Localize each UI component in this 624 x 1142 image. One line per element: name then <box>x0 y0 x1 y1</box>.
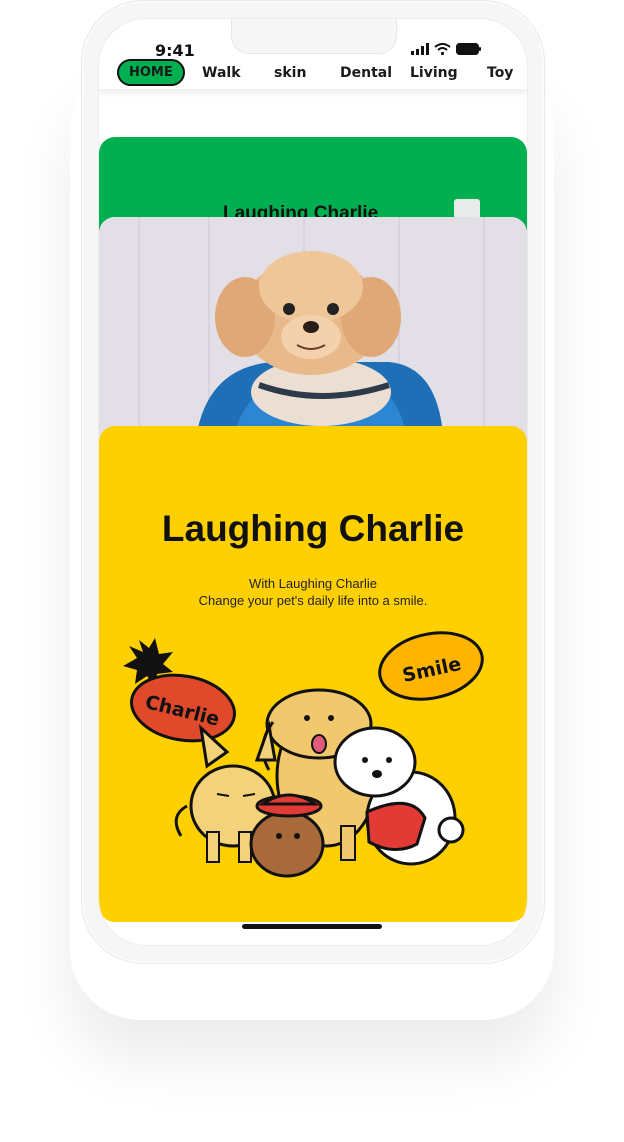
home-indicator[interactable] <box>242 924 382 929</box>
phone-screen: 9:41 HOME Walk skin Dental Living Toy La… <box>98 18 528 946</box>
tab-skin[interactable]: skin <box>274 65 306 81</box>
hero-card[interactable]: Laughing Charlie With Laughing Charlie C… <box>99 426 527 922</box>
status-time: 9:41 <box>155 41 195 60</box>
signal-icon <box>411 43 429 55</box>
dogs-illustration: Charlie Smile <box>123 631 484 878</box>
tab-walk[interactable]: Walk <box>202 65 241 81</box>
camera-notch <box>231 19 397 54</box>
tab-toy[interactable]: Toy <box>487 65 513 81</box>
tab-dental[interactable]: Dental <box>340 65 392 81</box>
wifi-icon <box>434 43 451 55</box>
product-thumbnail <box>454 199 480 219</box>
dog-photo-card[interactable] <box>99 217 527 457</box>
status-icons <box>411 43 482 55</box>
dog-photo <box>99 217 527 457</box>
tab-living[interactable]: Living <box>410 65 458 81</box>
battery-icon <box>456 43 481 55</box>
tab-home[interactable]: HOME <box>117 59 185 86</box>
